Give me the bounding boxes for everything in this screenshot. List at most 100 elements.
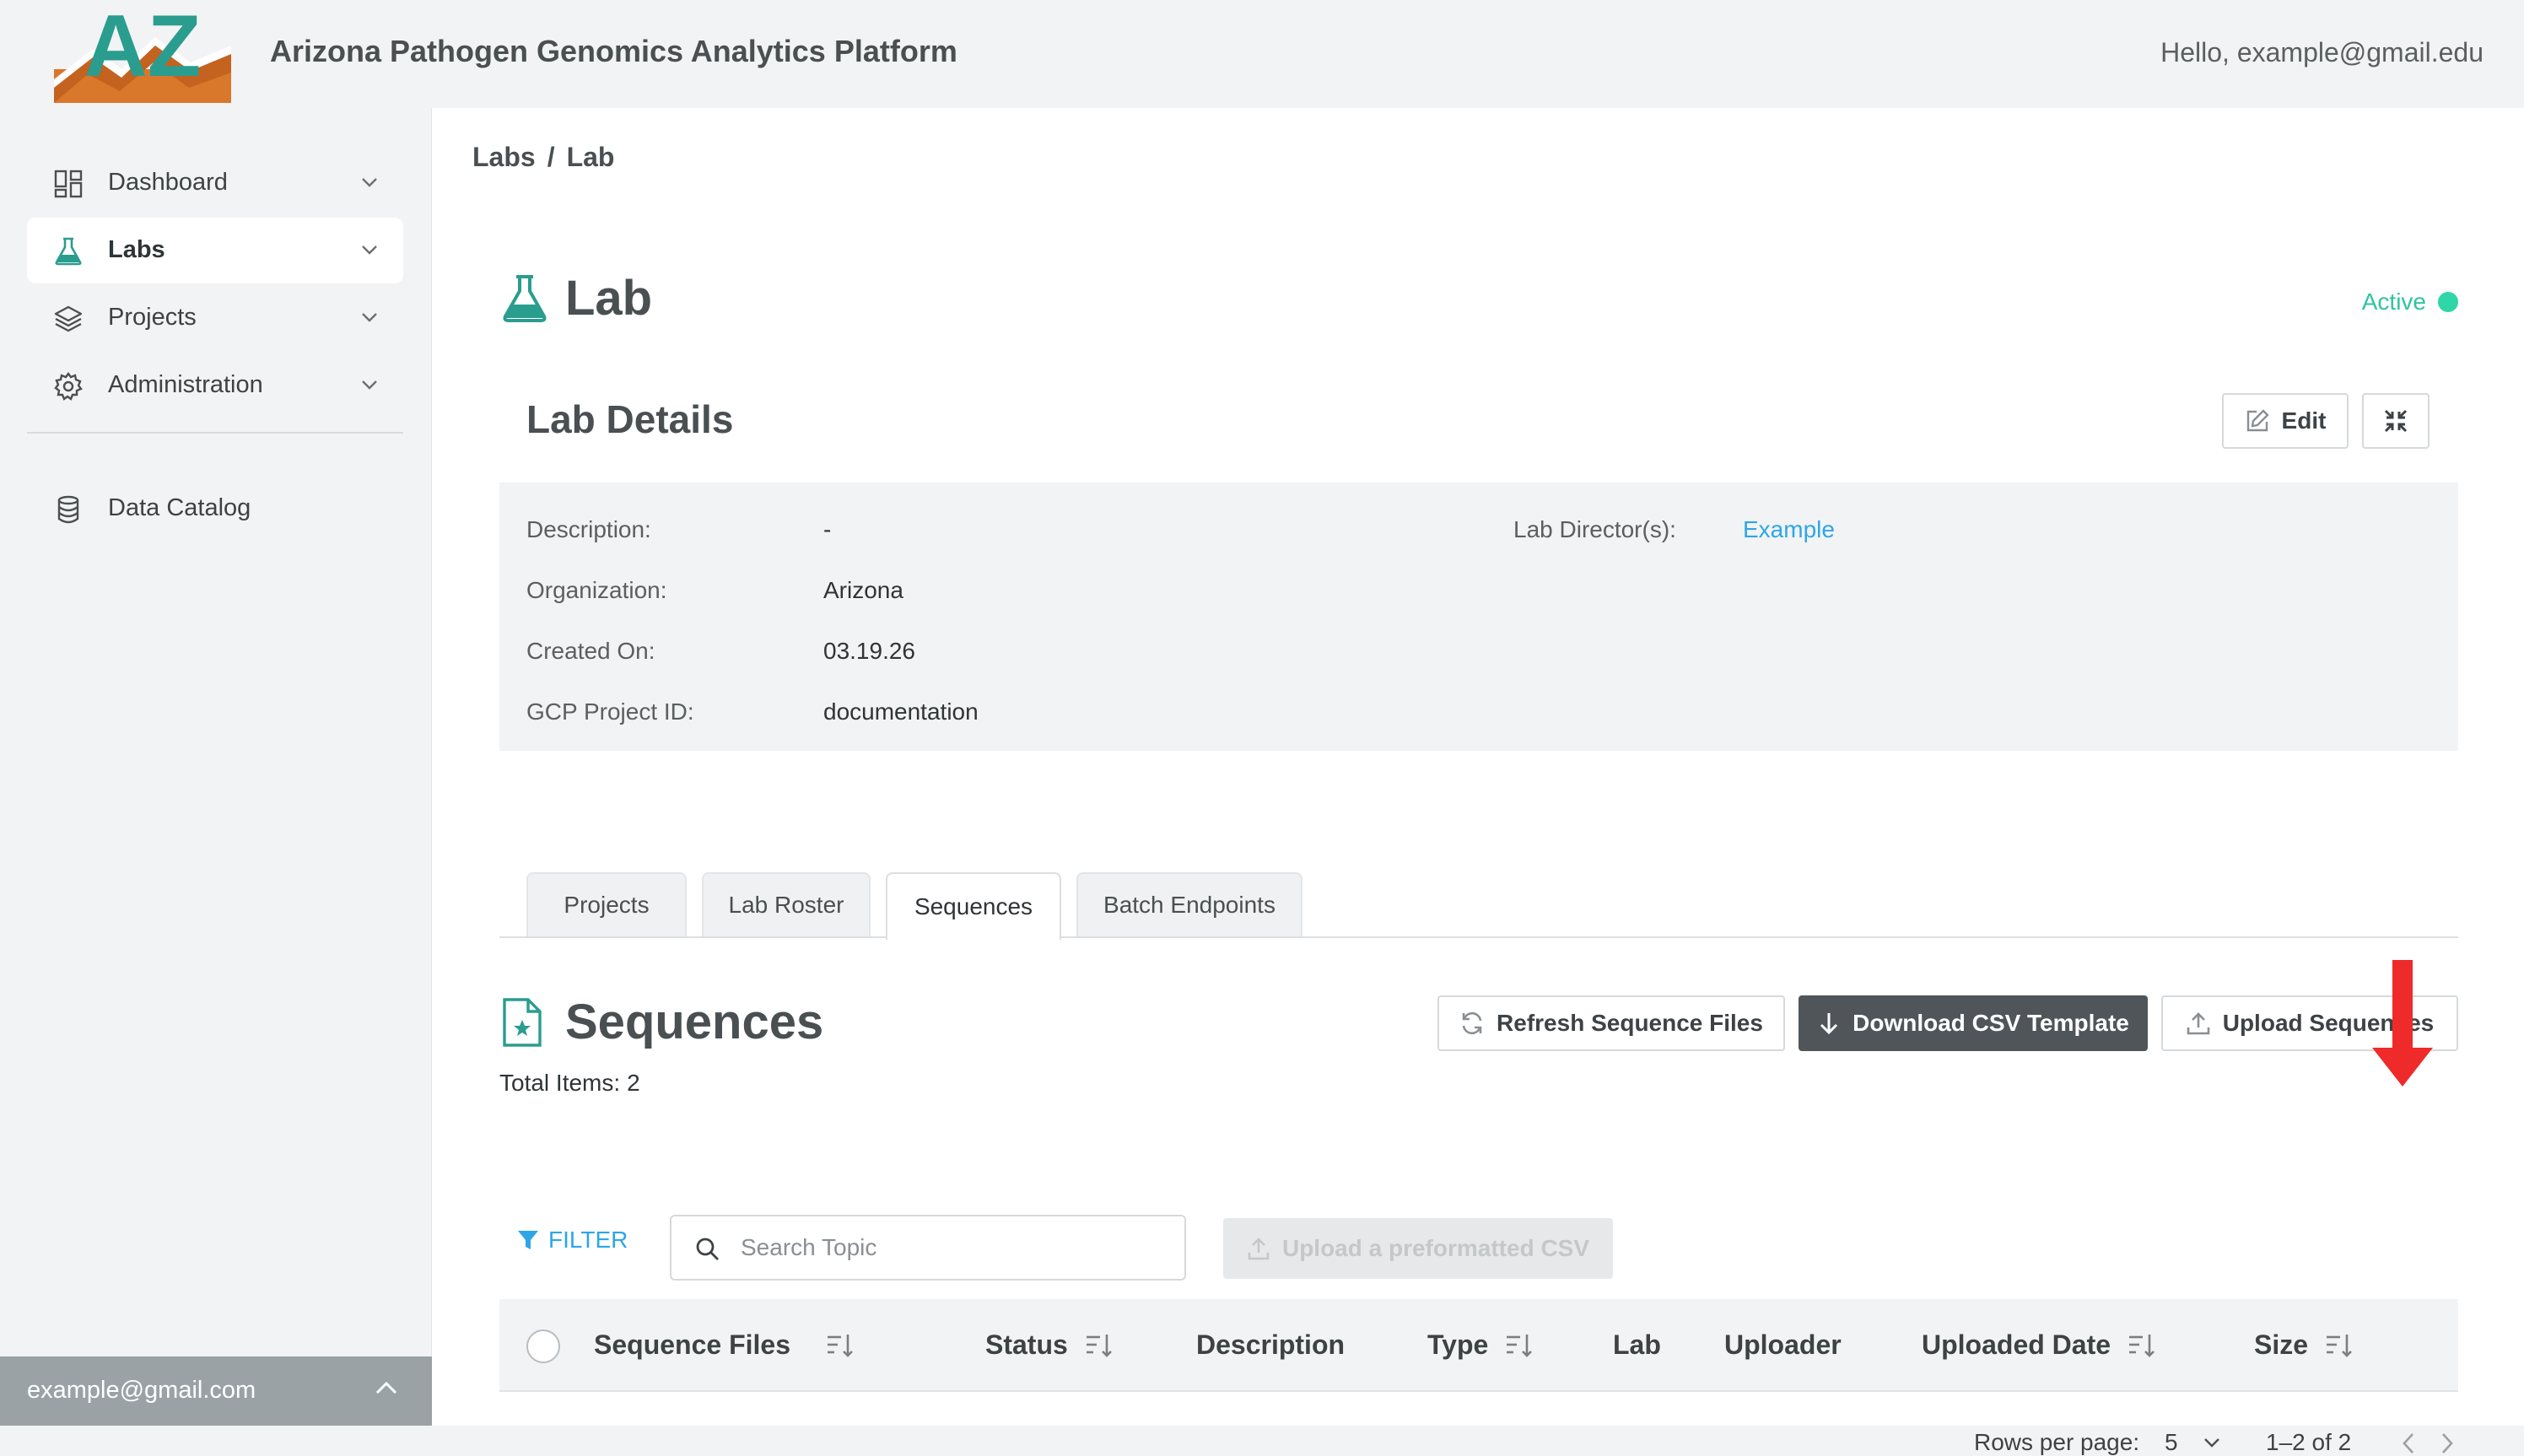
page-title: Lab — [565, 271, 653, 326]
edit-button[interactable]: Edit — [2222, 393, 2349, 449]
sidebar-item-label: Labs — [108, 236, 165, 263]
organization-label: Organization: — [526, 577, 667, 603]
status-dot — [2438, 292, 2458, 312]
column-sequence-files[interactable]: Sequence Files — [594, 1329, 855, 1361]
user-greeting: Hello, example@gmail.edu — [2160, 37, 2484, 67]
sort-icon — [2327, 1334, 2352, 1357]
dashboard-icon — [54, 170, 83, 198]
total-items-count: 2 — [627, 1070, 640, 1096]
status-indicator: Active — [2362, 289, 2458, 315]
flask-icon — [55, 237, 82, 266]
sidebar-item-administration[interactable]: Administration — [27, 353, 403, 418]
column-description: Description — [1196, 1329, 1345, 1361]
lab-details-panel: Description: - Organization: Arizona Cre… — [499, 483, 2458, 751]
column-label: Description — [1196, 1329, 1346, 1360]
rows-per-page-value: 5 — [2165, 1429, 2178, 1455]
column-label: Lab — [1613, 1329, 1661, 1360]
user-email: example@gmail.com — [27, 1377, 256, 1404]
rows-per-page-select[interactable]: 5 — [2165, 1429, 2220, 1456]
column-label: Type — [1427, 1329, 1489, 1360]
sort-icon — [827, 1334, 853, 1357]
sidebar-item-projects[interactable]: Projects — [27, 285, 403, 351]
column-uploader: Uploader — [1724, 1329, 1842, 1361]
chevron-down-icon — [362, 313, 377, 322]
search-box — [670, 1215, 1186, 1281]
created-on-value: 03.19.26 — [823, 638, 915, 664]
filter-button[interactable]: FILTER — [516, 1227, 628, 1254]
document-star-icon — [503, 997, 542, 1047]
download-csv-template-button[interactable]: Download CSV Template — [1799, 995, 2148, 1051]
collapse-icon — [2384, 409, 2408, 433]
tab-projects[interactable]: Projects — [526, 872, 687, 936]
chevron-down-icon — [362, 245, 377, 255]
chevron-up-icon[interactable] — [375, 1380, 398, 1395]
az-logo[interactable]: AZ — [54, 3, 231, 103]
gear-icon — [54, 372, 83, 401]
search-icon — [696, 1238, 719, 1260]
sidebar-divider — [27, 432, 403, 434]
sequences-title: Sequences — [565, 995, 824, 1049]
funnel-icon — [518, 1231, 538, 1249]
breadcrumb-lab: Lab — [566, 142, 615, 172]
upload-preformatted-csv-button[interactable]: Upload a preformatted CSV — [1223, 1218, 1613, 1279]
page-header: Lab — [501, 270, 652, 326]
rows-per-page-label: Rows per page: — [1974, 1429, 2140, 1455]
chevron-down-icon — [362, 380, 377, 390]
flask-icon — [503, 274, 547, 322]
total-items-label: Total Items: — [499, 1070, 621, 1096]
gcp-project-value: documentation — [823, 698, 979, 725]
collapse-button[interactable] — [2362, 393, 2430, 449]
gcp-project-label: GCP Project ID: — [526, 698, 694, 725]
refresh-button-label: Refresh Sequence Files — [1497, 1010, 1763, 1036]
breadcrumb-labs[interactable]: Labs — [472, 142, 536, 173]
sidebar-item-dashboard[interactable]: Dashboard — [27, 150, 403, 216]
column-type[interactable]: Type — [1427, 1329, 1534, 1361]
column-label: Size — [2254, 1329, 2309, 1360]
refresh-sequence-files-button[interactable]: Refresh Sequence Files — [1437, 995, 1785, 1051]
sidebar-item-labs[interactable]: Labs — [27, 218, 403, 283]
created-on-label: Created On: — [526, 638, 655, 664]
app-header: AZ Arizona Pathogen Genomics Analytics P… — [0, 0, 2524, 108]
column-lab: Lab — [1613, 1329, 1661, 1361]
description-value: - — [823, 516, 832, 542]
lab-director-link[interactable]: Example — [1743, 516, 1835, 543]
logo-text: AZ — [84, 3, 202, 95]
filter-button-label: FILTER — [548, 1227, 628, 1253]
upload-icon — [2187, 1012, 2210, 1035]
database-icon — [57, 495, 79, 524]
sequences-table-header: Sequence Files Status Description Type L… — [499, 1299, 2458, 1392]
chevron-down-icon — [2203, 1438, 2219, 1448]
main-content: Labs / Lab Lab Active Lab Details Edit D… — [432, 108, 2524, 1455]
sidebar: Dashboard Labs Projects Administration D… — [0, 108, 432, 1426]
search-input[interactable] — [739, 1228, 1161, 1267]
pagination-range: 1–2 of 2 — [2266, 1429, 2352, 1455]
sort-icon — [1086, 1334, 1112, 1357]
sidebar-item-data-catalog[interactable]: Data Catalog — [27, 476, 403, 542]
sidebar-item-label: Dashboard — [108, 169, 228, 196]
breadcrumb-separator: / — [547, 142, 555, 172]
edit-icon — [2246, 409, 2269, 432]
breadcrumb: Labs / Lab — [472, 142, 614, 173]
lab-tabs: Projects Lab Roster Sequences Batch Endp… — [499, 872, 2458, 940]
sidebar-item-label: Data Catalog — [108, 494, 251, 521]
tab-lab-roster[interactable]: Lab Roster — [702, 872, 871, 936]
sequences-header: Sequences — [501, 994, 823, 1050]
edit-button-label: Edit — [2281, 407, 2327, 434]
chevron-left-icon[interactable] — [2399, 1431, 2418, 1456]
column-status[interactable]: Status — [985, 1329, 1114, 1361]
organization-value: Arizona — [823, 577, 903, 603]
tab-batch-endpoints[interactable]: Batch Endpoints — [1076, 872, 1302, 936]
chevron-right-icon[interactable] — [2438, 1431, 2457, 1456]
user-menu-bar[interactable]: example@gmail.com — [0, 1356, 432, 1426]
sort-icon — [2129, 1334, 2155, 1357]
column-label: Uploader — [1724, 1329, 1842, 1360]
column-size[interactable]: Size — [2254, 1329, 2354, 1361]
annotation-arrow-icon — [2372, 960, 2433, 1087]
status-text: Active — [2361, 289, 2426, 315]
column-label: Uploaded Date — [1922, 1329, 2111, 1360]
column-uploaded-date[interactable]: Uploaded Date — [1922, 1329, 2156, 1361]
sort-icon — [1507, 1334, 1533, 1357]
tab-sequences[interactable]: Sequences — [886, 872, 1061, 940]
sidebar-item-label: Projects — [108, 304, 197, 331]
select-all-checkbox[interactable] — [526, 1329, 560, 1363]
